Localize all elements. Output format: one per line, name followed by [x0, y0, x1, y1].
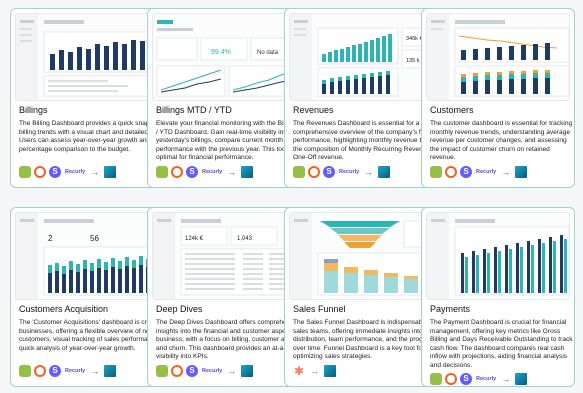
- chargebee-icon: [445, 166, 457, 178]
- thumbnail-customers-acquisition: 2 56: [15, 212, 159, 300]
- dashboard-app-icon: [241, 365, 254, 377]
- chargebee-icon: [34, 166, 46, 178]
- dashboard-app-icon: [104, 365, 117, 377]
- recurly-logo: Recurly: [339, 169, 360, 175]
- chargebee-icon: [445, 373, 457, 385]
- arrow-right-icon: →: [501, 167, 511, 177]
- dashboard-card-revenues[interactable]: 346k € 135 k Revenues The Revenues Dashb…: [284, 8, 438, 188]
- card-title: Billings MTD / YTD: [156, 105, 232, 115]
- card-description: Elevate your financial monitoring with t…: [156, 120, 301, 162]
- stripe-icon: S: [460, 166, 472, 178]
- shopify-icon: [156, 365, 168, 377]
- thumbnail-sales-funnel: [289, 212, 433, 300]
- stripe-icon: S: [186, 166, 198, 178]
- arrow-right-icon: →: [90, 366, 100, 376]
- card-title: Billings: [19, 105, 48, 115]
- chargebee-icon: [34, 365, 46, 377]
- stripe-icon: S: [49, 365, 61, 377]
- card-description: The Revenues Dashboard is essential for …: [293, 120, 438, 162]
- dashboard-card-billings-mtd-ytd[interactable]: 99.4% No data Billings MTD / YTD Elevate…: [147, 8, 301, 188]
- arrow-right-icon: →: [227, 167, 237, 177]
- dashboard-app-icon: [378, 166, 391, 178]
- shopify-icon: [156, 166, 168, 178]
- hubspot-icon: ✱: [293, 364, 305, 378]
- integration-icons: S Recurly →: [430, 165, 528, 179]
- recurly-logo: Recurly: [65, 169, 86, 175]
- arrow-right-icon: →: [501, 374, 511, 384]
- integration-icons: S Recurly →: [19, 165, 117, 179]
- card-description: The Payment Dashboard is crucial for fin…: [430, 319, 573, 369]
- thumbnail-revenues: 346k € 135 k: [289, 13, 433, 101]
- shopify-icon: [19, 365, 31, 377]
- dashboard-card-customers[interactable]: Customers The customer dashboard is esse…: [421, 8, 575, 188]
- recurly-logo: Recurly: [65, 368, 86, 374]
- integration-icons: S Recurly →: [156, 165, 254, 179]
- integration-icons: S Recurly →: [430, 372, 528, 386]
- stripe-icon: S: [49, 166, 61, 178]
- thumb-kpi-2: 135 k: [406, 58, 420, 64]
- chargebee-icon: [171, 365, 183, 377]
- stripe-icon: S: [460, 373, 472, 385]
- card-title: Deep Dives: [156, 304, 203, 314]
- arrow-right-icon: →: [90, 167, 100, 177]
- integration-icons: S Recurly →: [156, 364, 254, 378]
- card-description: The customer dashboard is essential for …: [430, 120, 573, 162]
- thumb-kpi-2: 1,043: [237, 236, 253, 242]
- card-title: Revenues: [293, 105, 334, 115]
- shopify-icon: [430, 373, 442, 385]
- dashboard-app-icon: [515, 166, 528, 178]
- dashboard-app-icon: [515, 373, 528, 385]
- dashboard-app-icon: [104, 166, 117, 178]
- thumb-kpi-1: 2: [48, 234, 53, 243]
- thumbnail-payments: [426, 212, 570, 300]
- dashboard-card-deep-dives[interactable]: 124k € 1,043 Deep Dives The Deep Dives D…: [147, 207, 301, 387]
- card-title: Sales Funnel: [293, 304, 346, 314]
- thumbnail-customers: [426, 13, 570, 101]
- chargebee-icon: [308, 166, 320, 178]
- dashboard-card-billings[interactable]: Billings The Billing Dashboard provides …: [10, 8, 164, 188]
- stripe-icon: S: [186, 365, 198, 377]
- card-title: Payments: [430, 304, 471, 314]
- dashboard-card-sales-funnel[interactable]: Sales Funnel The Sales Funnel Dashboard …: [284, 207, 438, 387]
- card-description: The Sales Funnel Dashboard is indispensa…: [293, 319, 438, 361]
- thumb-kpi-1: 99.4%: [211, 49, 231, 56]
- dashboard-card-payments[interactable]: Payments The Payment Dashboard is crucia…: [421, 207, 575, 387]
- thumb-kpi-2: No data: [257, 50, 279, 56]
- card-description: The Billing Dashboard provides a quick s…: [19, 120, 164, 153]
- integration-icons: ✱ →: [293, 364, 336, 378]
- thumb-kpi-1: 124k €: [185, 236, 204, 242]
- shopify-icon: [430, 166, 442, 178]
- arrow-right-icon: →: [310, 366, 319, 376]
- thumbnail-billings-mtd-ytd: 99.4% No data: [152, 13, 296, 101]
- card-title: Customers: [430, 105, 474, 115]
- chargebee-icon: [171, 166, 183, 178]
- integration-icons: S Recurly →: [19, 364, 117, 378]
- thumbnail-billings: [15, 13, 159, 101]
- recurly-logo: Recurly: [476, 169, 497, 175]
- arrow-right-icon: →: [364, 167, 374, 177]
- dashboard-card-customers-acquisition[interactable]: 2 56 Customers Acquisition The 'Customer…: [10, 207, 164, 387]
- card-description: The 'Customer Acquisitions' dashboard is…: [19, 319, 164, 352]
- arrow-right-icon: →: [227, 366, 237, 376]
- shopify-icon: [293, 166, 305, 178]
- card-title: Customers Acquisition: [19, 304, 109, 314]
- stripe-icon: S: [323, 166, 335, 178]
- thumb-kpi-2: 56: [90, 234, 99, 243]
- card-description: The Deep Dives Dashboard offers comprehe…: [156, 319, 301, 361]
- recurly-logo: Recurly: [202, 169, 223, 175]
- integration-icons: S Recurly →: [293, 165, 391, 179]
- recurly-logo: Recurly: [476, 376, 497, 382]
- recurly-logo: Recurly: [202, 368, 223, 374]
- shopify-icon: [19, 166, 31, 178]
- dashboard-app-icon: [241, 166, 254, 178]
- thumbnail-deep-dives: 124k € 1,043: [152, 212, 296, 300]
- dashboard-app-icon: [324, 365, 336, 377]
